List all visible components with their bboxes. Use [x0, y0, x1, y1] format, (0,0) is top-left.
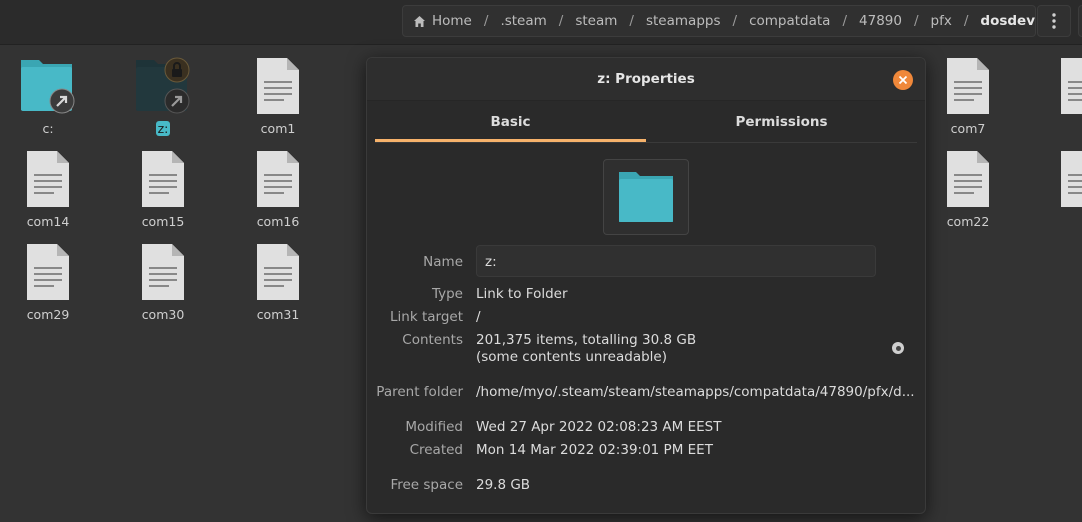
file-item-partial[interactable] — [1057, 149, 1082, 212]
file-item-z[interactable]: z: — [113, 56, 213, 136]
file-item-com22[interactable]: com22 — [918, 149, 1018, 229]
parent-folder-label: Parent folder — [376, 384, 463, 400]
close-icon — [898, 75, 908, 85]
text-file-icon — [27, 151, 69, 207]
file-item-com31[interactable]: com31 — [228, 242, 328, 322]
file-label: com31 — [256, 307, 300, 322]
file-item-com14[interactable]: com14 — [0, 149, 98, 229]
free-space-value: 29.8 GB — [476, 477, 531, 493]
modified-label: Modified — [405, 419, 463, 435]
name-label: Name — [423, 254, 463, 270]
name-field[interactable]: z: — [476, 245, 876, 277]
file-item-com29[interactable]: com29 — [0, 242, 98, 322]
text-file-icon — [1061, 58, 1082, 114]
file-item-com7[interactable]: com7 — [918, 56, 1018, 136]
breadcrumb-item-steam[interactable]: steam — [575, 13, 617, 29]
link-target-value: / — [476, 309, 481, 325]
text-file-icon — [257, 244, 299, 300]
text-file-icon — [142, 244, 184, 300]
type-value: Link to Folder — [476, 286, 568, 302]
created-value: Mon 14 Mar 2022 02:39:01 PM EET — [476, 442, 713, 458]
file-label: com30 — [141, 307, 185, 322]
breadcrumb: Home / .steam / steam / steamapps / comp… — [402, 5, 1036, 37]
text-file-icon — [947, 58, 989, 114]
breadcrumb-separator: / — [913, 13, 919, 29]
folder-icon — [619, 172, 673, 222]
text-file-icon — [947, 151, 989, 207]
properties-dialog: z: Properties Basic Permissions Name z: … — [366, 57, 926, 514]
breadcrumb-separator: / — [629, 13, 634, 29]
file-label: com1 — [260, 121, 296, 136]
type-label: Type — [431, 286, 463, 302]
tab-divider — [375, 142, 917, 143]
breadcrumb-item-steamapps[interactable]: steamapps — [646, 13, 721, 29]
file-label: z: — [155, 121, 171, 136]
breadcrumb-item-compatdata[interactable]: compatdata — [749, 13, 830, 29]
file-label: com16 — [256, 214, 300, 229]
home-icon — [414, 15, 425, 27]
text-file-icon — [257, 151, 299, 207]
file-label: com14 — [26, 214, 70, 229]
contents-value: 201,375 items, totalling 30.8 GB — [476, 332, 697, 348]
close-button[interactable] — [893, 70, 913, 90]
breadcrumb-separator: / — [842, 13, 848, 29]
parent-folder-value[interactable]: /home/myo/.steam/steam/steamapps/compatd… — [476, 384, 915, 400]
file-label: com15 — [141, 214, 185, 229]
menu-button[interactable] — [1037, 5, 1071, 37]
free-space-label: Free space — [390, 477, 463, 493]
header-bar: Home / .steam / steam / steamapps / comp… — [0, 0, 1082, 45]
file-item-com1[interactable]: com1 — [228, 56, 328, 136]
kebab-menu-icon — [1052, 13, 1056, 29]
tab-bar: Basic Permissions — [375, 108, 917, 142]
file-label: c: — [42, 121, 54, 136]
breadcrumb-item-steam-hidden[interactable]: .steam — [500, 13, 546, 29]
tab-permissions[interactable]: Permissions — [646, 108, 917, 142]
tab-basic[interactable]: Basic — [375, 108, 646, 142]
file-label: com7 — [950, 121, 986, 136]
breadcrumb-separator: / — [483, 13, 489, 29]
contents-note: (some contents unreadable) — [476, 349, 667, 365]
text-file-icon — [257, 58, 299, 114]
modified-value: Wed 27 Apr 2022 02:08:23 AM EEST — [476, 419, 722, 435]
breadcrumb-item-47890[interactable]: 47890 — [859, 13, 902, 29]
breadcrumb-separator: / — [558, 13, 564, 29]
dialog-title: z: Properties — [367, 58, 925, 101]
breadcrumb-separator: / — [963, 13, 969, 29]
loading-spinner-icon — [892, 342, 904, 354]
folder-preview — [603, 159, 689, 235]
text-file-icon — [27, 244, 69, 300]
folder-link-icon — [21, 60, 75, 114]
file-item-partial[interactable] — [1057, 56, 1082, 119]
file-item-com16[interactable]: com16 — [228, 149, 328, 229]
link-target-label: Link target — [390, 309, 463, 325]
folder-link-locked-icon — [136, 57, 190, 114]
toolbar-button-partial[interactable] — [1078, 5, 1082, 37]
breadcrumb-item-pfx[interactable]: pfx — [931, 13, 952, 29]
text-file-icon — [142, 151, 184, 207]
file-item-com15[interactable]: com15 — [113, 149, 213, 229]
contents-label: Contents — [402, 332, 463, 348]
breadcrumb-separator: / — [732, 13, 738, 29]
file-label: com22 — [946, 214, 990, 229]
file-item-c[interactable]: c: — [0, 56, 98, 136]
file-label: com29 — [26, 307, 70, 322]
file-item-com30[interactable]: com30 — [113, 242, 213, 322]
text-file-icon — [1061, 151, 1082, 207]
breadcrumb-item-dosdevices[interactable]: dosdevices — [980, 13, 1035, 29]
breadcrumb-label: Home — [432, 13, 472, 29]
breadcrumb-home[interactable]: Home — [403, 13, 472, 29]
created-label: Created — [409, 442, 463, 458]
